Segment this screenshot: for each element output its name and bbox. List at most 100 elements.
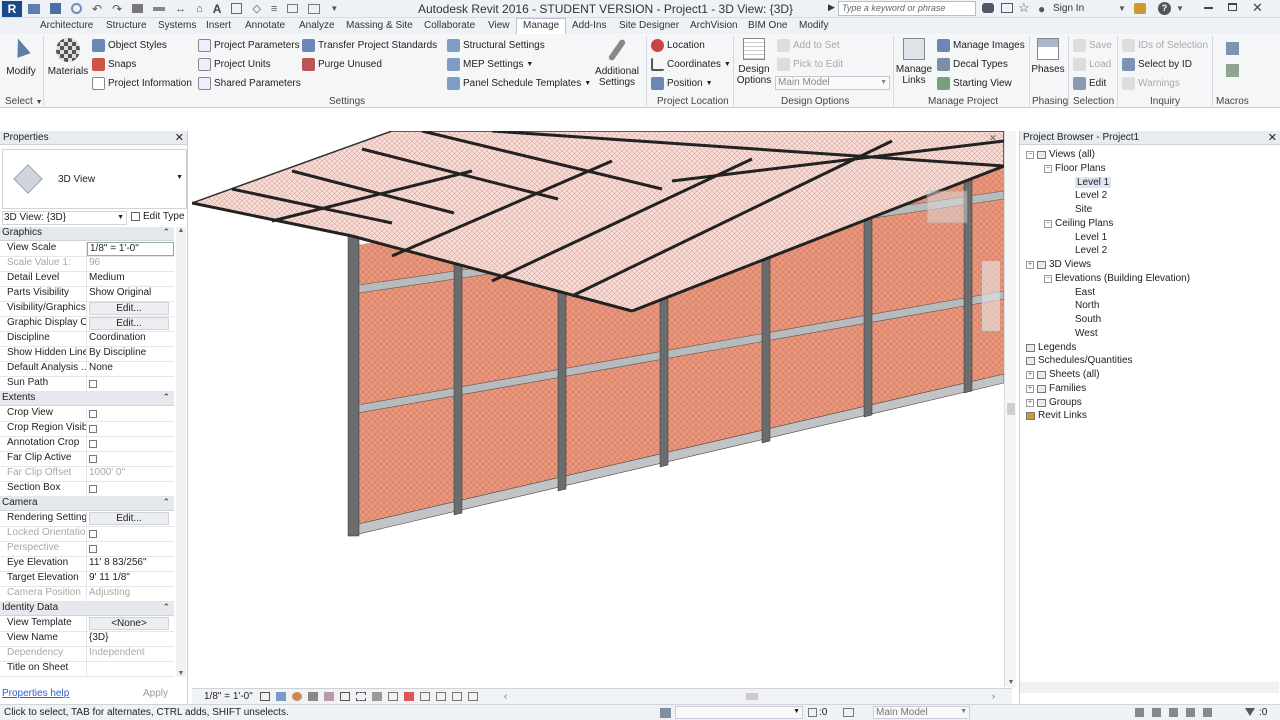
browser-node[interactable]: Level 1 [1064,177,1112,188]
thin-lines-icon[interactable]: ≡ [271,3,277,15]
select-dropdown[interactable]: Select ▼ [5,96,43,107]
tab-structure[interactable]: Structure [106,20,147,31]
additional-settings-button[interactable]: Additional Settings [592,38,642,88]
properties-scrollbar[interactable]: ▲ ▼ [176,227,186,677]
minimize-icon[interactable] [1204,7,1213,9]
hide-isolate-icon[interactable] [388,692,398,701]
tab-insert[interactable]: Insert [206,20,231,31]
expand-icon[interactable]: + [1026,384,1034,393]
select-underlay-icon[interactable] [1152,708,1161,717]
canvas-scroll-thumb[interactable] [1007,403,1015,415]
property-value[interactable]: Independent [87,647,174,661]
search-input[interactable]: Type a keyword or phrase [838,1,976,16]
horizontal-scroll-thumb[interactable] [746,693,758,700]
undo-icon[interactable]: ↶ [92,2,102,16]
category-extents[interactable]: Extents [0,392,174,406]
property-checkbox[interactable] [89,380,97,388]
expand-icon[interactable]: + [1026,260,1034,269]
load-selection-button[interactable]: Load [1073,58,1111,71]
worksharing-icon[interactable] [660,708,671,718]
save-icon[interactable] [50,3,61,14]
macro-manager-icon[interactable] [1226,42,1239,55]
browser-node[interactable]: Revit Links [1026,410,1087,421]
revit-logo-icon[interactable]: R [2,1,22,17]
tab-analyze[interactable]: Analyze [299,20,335,31]
property-value[interactable]: None [87,362,174,376]
property-edit-button[interactable]: Edit... [89,512,169,525]
property-checkbox[interactable] [89,485,97,493]
maximize-icon[interactable] [1228,3,1237,11]
snaps-button[interactable]: Snaps [92,58,136,71]
drag-elements-icon[interactable] [1203,708,1212,717]
view-scale-button[interactable]: 1/8" = 1'-0" [204,691,253,702]
property-checkbox[interactable] [89,455,97,463]
select-links-icon[interactable] [1135,708,1144,717]
section-icon[interactable]: ◇ [252,2,260,15]
shared-parameters-button[interactable]: Shared Parameters [198,77,301,90]
text-icon[interactable]: A [213,2,222,16]
select-by-face-icon[interactable] [1186,708,1195,717]
crop-region-icon[interactable] [356,692,366,701]
tag-icon[interactable]: ⌂ [196,3,203,15]
property-checkbox[interactable] [89,440,97,448]
property-value[interactable] [87,542,174,556]
temporary-view-icon[interactable] [420,692,430,701]
browser-scrollbar[interactable] [1020,682,1279,693]
qat-dropdown-icon[interactable]: ▼ [330,4,338,13]
collapse-icon[interactable]: ⌃ [162,392,170,403]
view-scroll-left-icon[interactable]: ‹ [504,691,507,701]
panel-schedule-templates-button[interactable]: Panel Schedule Templates ▼ [447,77,591,90]
browser-node[interactable]: − Floor Plans [1044,163,1106,174]
dimension-icon[interactable]: ↔ [175,3,186,15]
browser-node[interactable]: East [1064,287,1095,298]
select-pinned-icon[interactable] [1169,708,1178,717]
browser-node[interactable]: + Sheets (all) [1026,369,1100,380]
crop-view-icon[interactable] [340,692,350,701]
property-value[interactable] [87,437,174,451]
macro-security-icon[interactable] [1226,64,1239,77]
property-value[interactable] [87,377,174,391]
property-checkbox[interactable] [89,425,97,433]
property-value[interactable] [87,422,174,436]
property-checkbox[interactable] [89,410,97,418]
redo-icon[interactable]: ↷ [112,2,122,16]
communication-icon[interactable] [1001,3,1013,13]
location-button[interactable]: Location [651,39,705,52]
property-value[interactable]: 1/8" = 1'-0" [87,242,174,256]
property-value[interactable]: <None> [87,617,174,631]
tab-add-ins[interactable]: Add-Ins [572,20,606,31]
property-value[interactable]: 96 [87,257,174,271]
help-dropdown-icon[interactable]: ▼ [1176,4,1184,13]
property-checkbox[interactable] [89,545,97,553]
instance-selector[interactable]: 3D View: {3D} ▼ [2,211,127,225]
sun-path-icon[interactable] [292,692,302,701]
browser-node[interactable]: − Views (all) [1026,149,1095,160]
add-to-set-button[interactable]: Add to Set [777,39,840,52]
property-value[interactable] [87,527,174,541]
close-hidden-icon[interactable] [287,4,299,13]
design-options-status-icon[interactable] [843,708,854,717]
decal-types-button[interactable]: Decal Types [937,58,1008,71]
browser-node[interactable]: North [1064,300,1099,311]
materials-button[interactable]: Materials [46,38,90,77]
scroll-down-icon[interactable]: ▼ [176,670,186,677]
property-value[interactable]: Edit... [87,317,174,331]
property-checkbox[interactable] [89,530,97,538]
rendering-icon[interactable] [324,692,334,701]
browser-node[interactable]: South [1064,314,1101,325]
filter-icon[interactable] [1245,708,1255,716]
mep-settings-button[interactable]: MEP Settings ▼ [447,58,533,71]
modify-button[interactable]: Modify [4,36,38,77]
tab-modify[interactable]: Modify [799,20,828,31]
browser-node[interactable]: Schedules/Quantities [1026,355,1133,366]
edit-selection-button[interactable]: Edit [1073,77,1106,90]
browser-node[interactable]: Level 2 [1064,190,1107,201]
project-information-button[interactable]: Project Information [92,77,192,90]
close-browser-icon[interactable]: ✕ [1268,131,1277,144]
reveal-constraints-icon[interactable] [468,692,478,701]
property-value[interactable] [87,452,174,466]
browser-node[interactable]: − Ceiling Plans [1044,218,1113,229]
tab-manage[interactable]: Manage [516,18,567,34]
detail-level-icon[interactable] [260,692,270,701]
browser-node[interactable]: +3D Views [1026,259,1091,270]
